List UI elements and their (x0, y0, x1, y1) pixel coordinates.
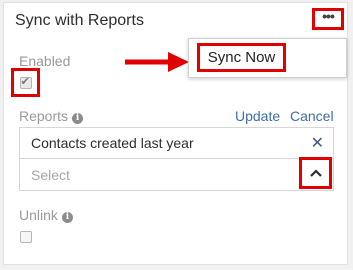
unlink-checkbox[interactable] (20, 231, 32, 243)
select-placeholder: Select (31, 167, 70, 183)
enabled-checkbox[interactable]: ✔ (19, 75, 32, 89)
reports-label: Reports i (19, 108, 84, 124)
more-options-menu: Sync Now (188, 38, 347, 78)
selected-report-name: Contacts created last year (31, 135, 194, 151)
unlink-label: Unlink i (19, 207, 73, 223)
cancel-link[interactable]: Cancel (290, 108, 334, 124)
more-dots-icon: ••• (322, 8, 335, 24)
arrow-pointer-icon (125, 52, 189, 72)
selected-report-item: Contacts created last year ✕ (19, 127, 334, 159)
chevron-up-button[interactable] (299, 157, 332, 189)
enabled-checkbox-highlight: ✔ (11, 68, 40, 97)
enabled-label: Enabled (19, 53, 71, 69)
panel-title: Sync with Reports (15, 12, 144, 29)
reports-label-text: Reports (19, 108, 69, 124)
sync-now-menu-item[interactable]: Sync Now (197, 43, 286, 72)
report-select[interactable]: Select (19, 157, 334, 191)
unlink-label-text: Unlink (19, 207, 58, 223)
remove-icon[interactable]: ✕ (311, 133, 324, 153)
info-icon[interactable]: i (61, 212, 73, 223)
info-icon[interactable]: i (72, 113, 84, 124)
chevron-up-icon (309, 169, 322, 177)
more-options-button[interactable]: ••• (312, 8, 344, 30)
check-icon: ✔ (20, 75, 30, 88)
update-link[interactable]: Update (235, 108, 280, 124)
